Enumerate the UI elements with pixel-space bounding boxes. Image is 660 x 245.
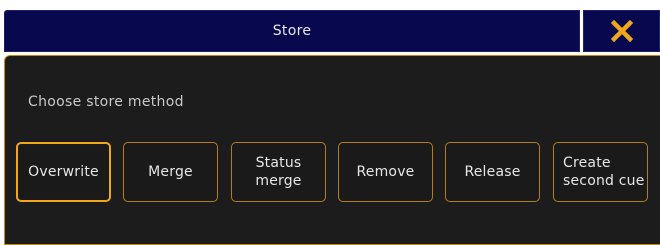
close-button[interactable] [583, 10, 660, 52]
create-second-cue-button[interactable]: Create second cue [553, 142, 648, 202]
status-merge-button[interactable]: Status merge [231, 142, 326, 202]
remove-button[interactable]: Remove [338, 142, 433, 202]
dialog-title-bar: Store [4, 10, 580, 52]
overwrite-button[interactable]: Overwrite [16, 142, 111, 202]
merge-button[interactable]: Merge [123, 142, 218, 202]
store-method-prompt: Choose store method [28, 94, 184, 110]
dialog-title: Store [272, 23, 312, 39]
release-button[interactable]: Release [445, 142, 540, 202]
close-x-icon [610, 20, 633, 42]
store-dialog: Store Choose store method Overwrite Merg… [0, 0, 660, 245]
